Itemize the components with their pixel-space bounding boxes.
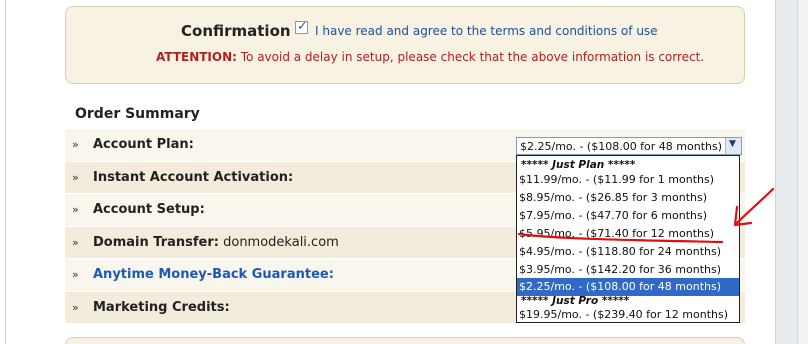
attention-label: ATTENTION: <box>156 50 237 64</box>
chevron-down-icon: ▼ <box>729 139 736 149</box>
order-summary-heading: Order Summary <box>75 106 200 122</box>
terms-agree-label[interactable]: I have read and agree to the terms and c… <box>315 24 658 38</box>
account-plan-label: Account Plan: <box>93 137 194 152</box>
account-plan-dropdown-list: ***** Just Plan ***** $11.99/mo. - ($11.… <box>516 155 740 323</box>
account-setup-label: Account Setup: <box>93 202 205 217</box>
plan-option[interactable]: $19.95/mo. - ($239.40 for 12 months) <box>517 306 739 324</box>
checkmark-icon: ✓ <box>297 19 308 34</box>
plan-option[interactable]: $8.95/mo. - ($26.85 for 3 months) <box>517 189 739 207</box>
vertical-scrollbar[interactable] <box>797 0 808 344</box>
terms-checkbox[interactable]: ✓ <box>295 19 308 34</box>
plan-option[interactable]: $4.95/mo. - ($118.80 for 24 months) <box>517 243 739 261</box>
attention-message: ATTENTION: To avoid a delay in setup, pl… <box>156 50 704 64</box>
domain-transfer-value: donmodekali.com <box>218 234 339 250</box>
bullet-icon: » <box>72 235 79 249</box>
bullet-icon: » <box>72 170 79 184</box>
page-frame-left <box>5 0 6 344</box>
marketing-credits-label: Marketing Credits: <box>93 299 230 315</box>
bullet-icon: » <box>72 300 79 314</box>
attention-text: To avoid a delay in setup, please check … <box>236 50 705 64</box>
dropdown-arrow-button[interactable]: ▼ <box>725 138 741 154</box>
bullet-icon: » <box>72 268 79 281</box>
plan-option[interactable]: $3.95/mo. - ($142.20 for 36 months) <box>517 261 739 279</box>
domain-transfer-label-text: Domain Transfer: <box>93 234 219 250</box>
bullet-icon: » <box>72 203 79 216</box>
plan-option[interactable]: $7.95/mo. - ($47.70 for 6 months) <box>517 207 739 225</box>
bullet-icon: » <box>72 138 79 151</box>
account-plan-select[interactable]: $2.25/mo. - ($108.00 for 48 months) ▼ <box>516 137 742 155</box>
account-plan-selected-value[interactable]: $2.25/mo. - ($108.00 for 48 months) <box>520 140 722 153</box>
plan-option[interactable]: $11.99/mo. - ($11.99 for 1 months) <box>517 171 739 189</box>
next-panel <box>65 337 745 344</box>
confirmation-title: Confirmation <box>181 22 291 40</box>
confirmation-panel: Confirmation ✓ I have read and agree to … <box>65 6 745 84</box>
window-right-frame <box>775 0 808 344</box>
instant-activation-label: Instant Account Activation: <box>93 169 294 185</box>
money-back-guarantee-link[interactable]: Anytime Money-Back Guarantee: <box>93 267 334 282</box>
domain-transfer-label: Domain Transfer: donmodekali.com <box>93 235 339 250</box>
plan-option[interactable]: $5.95/mo. - ($71.40 for 12 months) <box>517 225 739 243</box>
money-back-guarantee-text[interactable]: Anytime Money-Back Guarantee: <box>93 267 334 282</box>
